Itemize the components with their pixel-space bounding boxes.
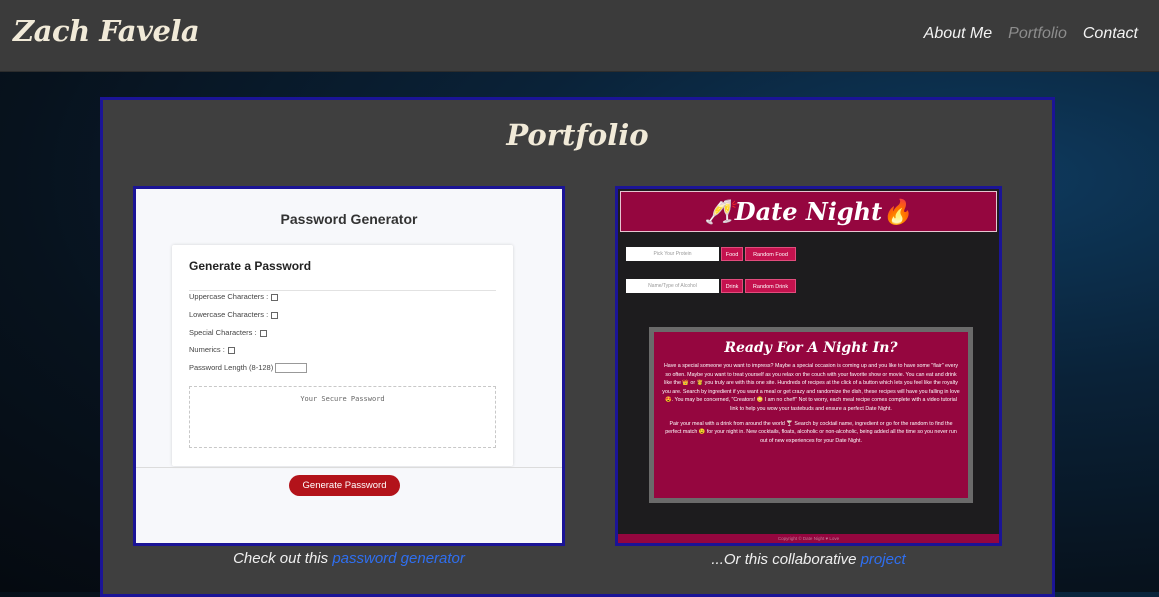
portfolio-title: Portfolio (506, 118, 649, 152)
checkbox (271, 293, 279, 301)
nav-portfolio[interactable]: Portfolio (1008, 25, 1067, 43)
caption-password-generator: Check out this password generator (233, 550, 465, 567)
date-night-preview[interactable]: 🥂Date Night🔥 Pick Your Protein Food Rand… (615, 186, 1002, 546)
dn-intro-card: Ready For A Night In? Have a special som… (649, 327, 973, 503)
dn-card-text: Have a special someone you want to impre… (662, 363, 960, 444)
top-navbar: Zach Favela About Me Portfolio Contact (0, 0, 1159, 72)
pg-option-uppercase: Uppercase Characters : (189, 292, 279, 301)
pg-heading: Generate a Password (189, 259, 312, 273)
checkbox (271, 311, 279, 319)
date-night-project-link[interactable]: project (861, 551, 906, 568)
password-generator-preview[interactable]: Password Generator Generate a Password U… (133, 186, 565, 546)
pg-option-lowercase: Lowercase Characters : (189, 310, 279, 319)
pg-form-card: Generate a Password Uppercase Characters… (172, 245, 513, 466)
nav-about-me[interactable]: About Me (924, 25, 992, 43)
password-generator-link[interactable]: password generator (332, 550, 465, 567)
dn-footer: Copyright © Date Night ♥ Love (618, 534, 999, 543)
brand-name[interactable]: Zach Favela (13, 14, 200, 48)
dn-random-drink-button: Random Drink (745, 279, 796, 293)
dn-random-food-button: Random Food (745, 247, 796, 261)
pg-page-title: Password Generator (280, 211, 418, 227)
pg-generate-button: Generate Password (289, 475, 400, 496)
pg-option-numerics: Numerics : (189, 345, 235, 354)
dn-alcohol-input: Name/Type of Alcohol (626, 279, 719, 293)
dn-drink-button: Drink (721, 279, 743, 293)
divider (136, 467, 562, 468)
dn-header-title: 🥂Date Night🔥 (620, 191, 997, 232)
caption-date-night: ...Or this collaborative project (711, 551, 906, 568)
dn-food-button: Food (721, 247, 743, 261)
main-nav: About Me Portfolio Contact (924, 25, 1138, 43)
nav-contact[interactable]: Contact (1083, 25, 1138, 43)
checkbox (227, 346, 235, 354)
pg-length-row: Password Length (8-128) (189, 363, 308, 374)
divider (189, 290, 496, 291)
dn-protein-input: Pick Your Protein (626, 247, 719, 261)
checkbox (259, 329, 267, 337)
pg-password-textarea: Your Secure Password (189, 386, 496, 448)
dn-card-title: Ready For A Night In? (724, 340, 898, 356)
pg-option-special: Special Characters : (189, 328, 267, 337)
length-input (275, 363, 308, 374)
